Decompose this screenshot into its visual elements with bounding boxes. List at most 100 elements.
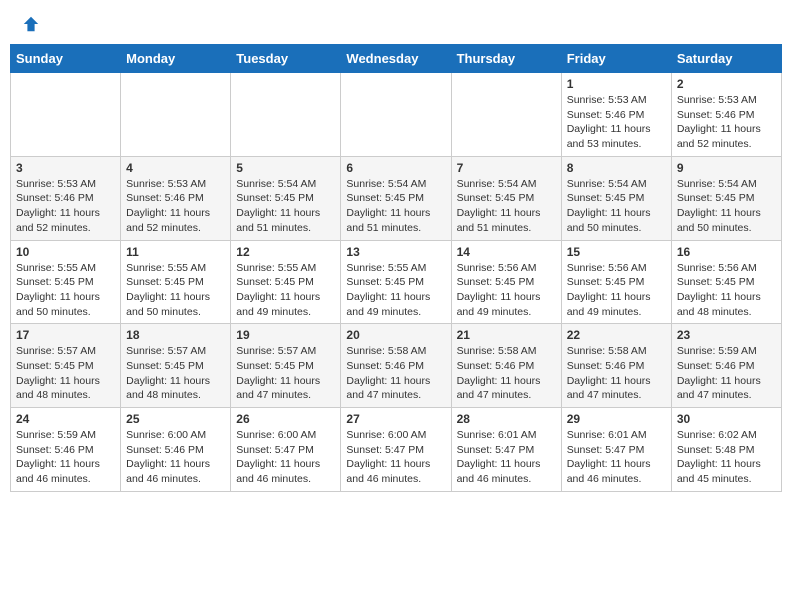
calendar-cell: 18 Sunrise: 5:57 AM Sunset: 5:45 PM Dayli…: [121, 324, 231, 408]
day-number: 17: [16, 328, 115, 342]
calendar-cell: 25 Sunrise: 6:00 AM Sunset: 5:46 PM Dayli…: [121, 408, 231, 492]
day-number: 3: [16, 161, 115, 175]
day-number: 1: [567, 77, 666, 91]
day-of-week-header: Wednesday: [341, 45, 451, 73]
day-number: 4: [126, 161, 225, 175]
day-info: Sunrise: 5:57 AM Sunset: 5:45 PM Dayligh…: [236, 344, 335, 403]
day-number: 15: [567, 245, 666, 259]
day-info: Sunrise: 6:02 AM Sunset: 5:48 PM Dayligh…: [677, 428, 776, 487]
day-info: Sunrise: 5:53 AM Sunset: 5:46 PM Dayligh…: [126, 177, 225, 236]
day-info: Sunrise: 5:57 AM Sunset: 5:45 PM Dayligh…: [16, 344, 115, 403]
day-info: Sunrise: 5:54 AM Sunset: 5:45 PM Dayligh…: [236, 177, 335, 236]
day-of-week-header: Thursday: [451, 45, 561, 73]
day-info: Sunrise: 5:56 AM Sunset: 5:45 PM Dayligh…: [677, 261, 776, 320]
calendar-cell: 8 Sunrise: 5:54 AM Sunset: 5:45 PM Daylig…: [561, 156, 671, 240]
day-number: 22: [567, 328, 666, 342]
calendar-cell: 3 Sunrise: 5:53 AM Sunset: 5:46 PM Daylig…: [11, 156, 121, 240]
day-number: 24: [16, 412, 115, 426]
calendar-week-row: 24 Sunrise: 5:59 AM Sunset: 5:46 PM Dayli…: [11, 408, 782, 492]
calendar-cell: 9 Sunrise: 5:54 AM Sunset: 5:45 PM Daylig…: [671, 156, 781, 240]
day-number: 25: [126, 412, 225, 426]
day-info: Sunrise: 5:58 AM Sunset: 5:46 PM Dayligh…: [457, 344, 556, 403]
calendar-cell: 24 Sunrise: 5:59 AM Sunset: 5:46 PM Dayli…: [11, 408, 121, 492]
day-of-week-header: Saturday: [671, 45, 781, 73]
logo-icon: [22, 15, 40, 33]
calendar-cell: 15 Sunrise: 5:56 AM Sunset: 5:45 PM Dayli…: [561, 240, 671, 324]
day-info: Sunrise: 5:53 AM Sunset: 5:46 PM Dayligh…: [677, 93, 776, 152]
day-number: 29: [567, 412, 666, 426]
day-info: Sunrise: 6:01 AM Sunset: 5:47 PM Dayligh…: [457, 428, 556, 487]
day-number: 11: [126, 245, 225, 259]
day-info: Sunrise: 5:59 AM Sunset: 5:46 PM Dayligh…: [16, 428, 115, 487]
day-info: Sunrise: 5:58 AM Sunset: 5:46 PM Dayligh…: [567, 344, 666, 403]
day-info: Sunrise: 5:54 AM Sunset: 5:45 PM Dayligh…: [346, 177, 445, 236]
calendar-week-row: 3 Sunrise: 5:53 AM Sunset: 5:46 PM Daylig…: [11, 156, 782, 240]
day-info: Sunrise: 5:56 AM Sunset: 5:45 PM Dayligh…: [567, 261, 666, 320]
day-number: 30: [677, 412, 776, 426]
day-number: 16: [677, 245, 776, 259]
day-number: 26: [236, 412, 335, 426]
day-of-week-header: Monday: [121, 45, 231, 73]
day-number: 19: [236, 328, 335, 342]
day-info: Sunrise: 5:55 AM Sunset: 5:45 PM Dayligh…: [16, 261, 115, 320]
calendar-cell: 4 Sunrise: 5:53 AM Sunset: 5:46 PM Daylig…: [121, 156, 231, 240]
day-number: 6: [346, 161, 445, 175]
calendar-cell: [11, 73, 121, 157]
day-number: 5: [236, 161, 335, 175]
day-info: Sunrise: 5:53 AM Sunset: 5:46 PM Dayligh…: [567, 93, 666, 152]
calendar-table: SundayMondayTuesdayWednesdayThursdayFrid…: [10, 44, 782, 492]
calendar-cell: 16 Sunrise: 5:56 AM Sunset: 5:45 PM Dayli…: [671, 240, 781, 324]
calendar-cell: [451, 73, 561, 157]
calendar-cell: 29 Sunrise: 6:01 AM Sunset: 5:47 PM Dayli…: [561, 408, 671, 492]
day-of-week-header: Tuesday: [231, 45, 341, 73]
logo: [20, 15, 40, 29]
day-info: Sunrise: 6:01 AM Sunset: 5:47 PM Dayligh…: [567, 428, 666, 487]
calendar-cell: 22 Sunrise: 5:58 AM Sunset: 5:46 PM Dayli…: [561, 324, 671, 408]
calendar-cell: 6 Sunrise: 5:54 AM Sunset: 5:45 PM Daylig…: [341, 156, 451, 240]
day-info: Sunrise: 6:00 AM Sunset: 5:46 PM Dayligh…: [126, 428, 225, 487]
day-info: Sunrise: 5:59 AM Sunset: 5:46 PM Dayligh…: [677, 344, 776, 403]
calendar-cell: 12Sunrise: 5:55 AM Sunset: 5:45 PM Dayli…: [231, 240, 341, 324]
page-header: [10, 10, 782, 34]
calendar-cell: 5 Sunrise: 5:54 AM Sunset: 5:45 PM Daylig…: [231, 156, 341, 240]
calendar-cell: 7Sunrise: 5:54 AM Sunset: 5:45 PM Daylig…: [451, 156, 561, 240]
calendar-cell: 19 Sunrise: 5:57 AM Sunset: 5:45 PM Dayli…: [231, 324, 341, 408]
day-info: Sunrise: 5:54 AM Sunset: 5:45 PM Dayligh…: [457, 177, 556, 236]
calendar-cell: 20 Sunrise: 5:58 AM Sunset: 5:46 PM Dayli…: [341, 324, 451, 408]
calendar-cell: 27Sunrise: 6:00 AM Sunset: 5:47 PM Dayli…: [341, 408, 451, 492]
day-number: 2: [677, 77, 776, 91]
day-number: 20: [346, 328, 445, 342]
calendar-week-row: 17 Sunrise: 5:57 AM Sunset: 5:45 PM Dayli…: [11, 324, 782, 408]
calendar-cell: [121, 73, 231, 157]
calendar-cell: 30 Sunrise: 6:02 AM Sunset: 5:48 PM Dayli…: [671, 408, 781, 492]
day-number: 21: [457, 328, 556, 342]
calendar-cell: 21 Sunrise: 5:58 AM Sunset: 5:46 PM Dayli…: [451, 324, 561, 408]
calendar-cell: 23Sunrise: 5:59 AM Sunset: 5:46 PM Dayli…: [671, 324, 781, 408]
calendar-cell: [231, 73, 341, 157]
day-info: Sunrise: 5:56 AM Sunset: 5:45 PM Dayligh…: [457, 261, 556, 320]
calendar-cell: 14Sunrise: 5:56 AM Sunset: 5:45 PM Dayli…: [451, 240, 561, 324]
day-info: Sunrise: 5:53 AM Sunset: 5:46 PM Dayligh…: [16, 177, 115, 236]
day-number: 18: [126, 328, 225, 342]
day-info: Sunrise: 5:55 AM Sunset: 5:45 PM Dayligh…: [346, 261, 445, 320]
day-info: Sunrise: 5:57 AM Sunset: 5:45 PM Dayligh…: [126, 344, 225, 403]
day-of-week-header: Friday: [561, 45, 671, 73]
calendar-cell: 13 Sunrise: 5:55 AM Sunset: 5:45 PM Dayli…: [341, 240, 451, 324]
day-of-week-header: Sunday: [11, 45, 121, 73]
calendar-cell: 2 Sunrise: 5:53 AM Sunset: 5:46 PM Daylig…: [671, 73, 781, 157]
calendar-cell: 17 Sunrise: 5:57 AM Sunset: 5:45 PM Dayli…: [11, 324, 121, 408]
day-info: Sunrise: 5:58 AM Sunset: 5:46 PM Dayligh…: [346, 344, 445, 403]
day-number: 13: [346, 245, 445, 259]
calendar-cell: [341, 73, 451, 157]
day-number: 8: [567, 161, 666, 175]
calendar-week-row: 10 Sunrise: 5:55 AM Sunset: 5:45 PM Dayli…: [11, 240, 782, 324]
day-info: Sunrise: 5:54 AM Sunset: 5:45 PM Dayligh…: [677, 177, 776, 236]
day-number: 28: [457, 412, 556, 426]
day-info: Sunrise: 5:55 AM Sunset: 5:45 PM Dayligh…: [126, 261, 225, 320]
day-info: Sunrise: 5:54 AM Sunset: 5:45 PM Dayligh…: [567, 177, 666, 236]
calendar-week-row: 1 Sunrise: 5:53 AM Sunset: 5:46 PM Daylig…: [11, 73, 782, 157]
day-number: 10: [16, 245, 115, 259]
day-number: 9: [677, 161, 776, 175]
day-info: Sunrise: 5:55 AM Sunset: 5:45 PM Dayligh…: [236, 261, 335, 320]
calendar-cell: 26Sunrise: 6:00 AM Sunset: 5:47 PM Dayli…: [231, 408, 341, 492]
